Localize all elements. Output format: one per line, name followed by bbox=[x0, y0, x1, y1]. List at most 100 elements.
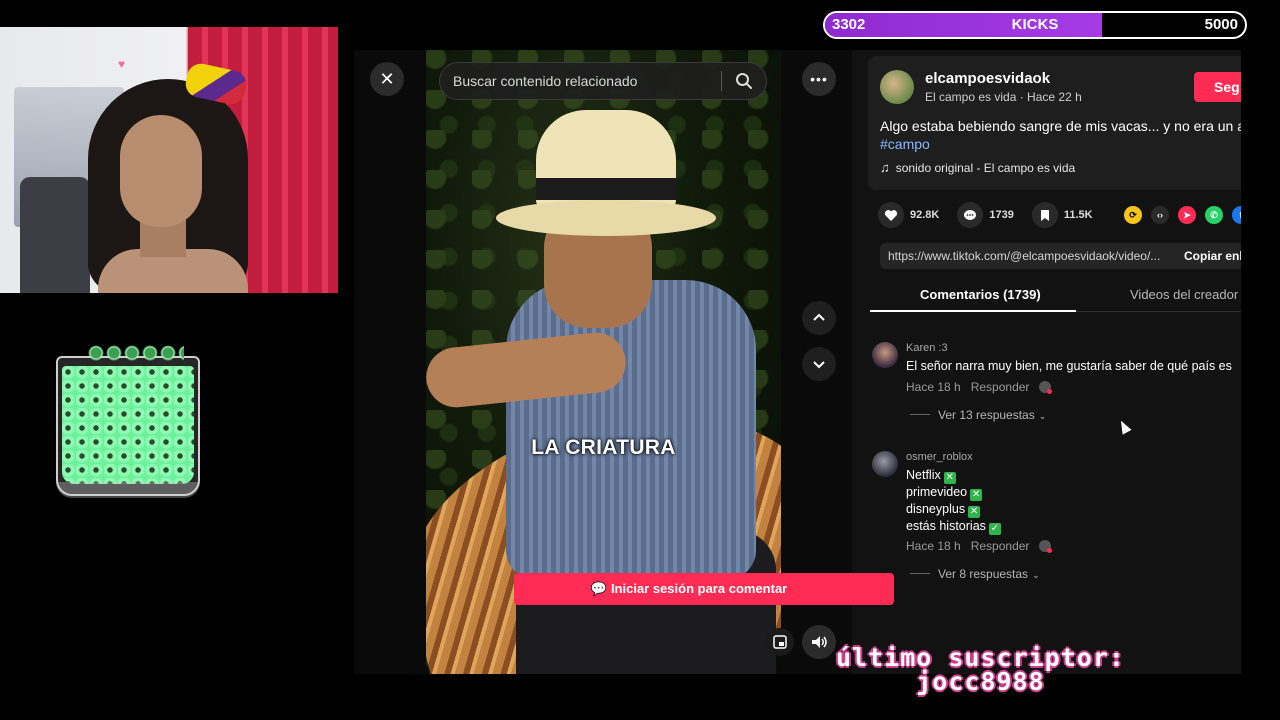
jar-base bbox=[56, 482, 200, 498]
heart-icon bbox=[878, 202, 904, 228]
kicks-label: KICKS bbox=[1011, 16, 1059, 33]
webcam-streamer-face bbox=[120, 115, 202, 227]
video-man-shirt bbox=[506, 280, 756, 580]
comment-icon bbox=[957, 202, 984, 228]
post-stats: 92.8K 1739 11.5K bbox=[878, 202, 1111, 228]
repost-icon[interactable]: ⟳ bbox=[1124, 206, 1142, 224]
search-input[interactable]: Buscar contenido relacionado bbox=[453, 63, 637, 99]
close-button[interactable]: ✕ bbox=[370, 62, 404, 96]
comment-line: primevideo bbox=[906, 485, 968, 499]
checkbox-emoji-icon: ✕ bbox=[968, 506, 981, 518]
checkbox-emoji-icon: ✕ bbox=[970, 489, 983, 501]
view-replies-button[interactable]: Ver 8 respuestas ⌄ bbox=[910, 567, 1040, 581]
login-to-comment-label: Iniciar sesión para comentar bbox=[610, 581, 788, 596]
comment-stat[interactable]: 1739 bbox=[957, 202, 1014, 228]
like-count: 92.8K bbox=[910, 209, 940, 221]
comment-bubble-icon: 💬 bbox=[590, 581, 607, 596]
close-icon: ✕ bbox=[379, 68, 395, 89]
sound-name: sonido original - El campo es vida bbox=[895, 161, 1076, 175]
jar-kicks-fill bbox=[62, 366, 194, 484]
webcam-chair bbox=[20, 177, 90, 293]
previous-video-button[interactable] bbox=[802, 301, 836, 335]
tab-comments[interactable]: Comentarios (1739) bbox=[920, 287, 1041, 302]
kicks-jar bbox=[56, 356, 200, 496]
jar-kicks-top bbox=[88, 344, 184, 366]
volume-icon bbox=[812, 636, 827, 648]
heart-icon: ♥ bbox=[118, 57, 126, 71]
kicks-goal-bar: 3302 KICKS 5000 bbox=[823, 11, 1247, 39]
webcam-overlay: ♥ bbox=[0, 27, 338, 293]
login-to-comment-button[interactable]: 💬 Iniciar sesión para comentar bbox=[514, 573, 894, 605]
save-stat[interactable]: 11.5K bbox=[1031, 202, 1093, 228]
video-man-hat-band bbox=[536, 178, 676, 200]
embed-icon[interactable]: ‹› bbox=[1151, 206, 1169, 224]
kicks-goal: 5000 bbox=[1204, 16, 1238, 33]
share-options: ⟳ ‹› ➤ ✆ f bbox=[1124, 206, 1241, 224]
commenter-avatar[interactable] bbox=[872, 342, 898, 368]
chevron-down-icon: ⌄ bbox=[1038, 411, 1047, 421]
post-description: Algo estaba bebiendo sangre de mis vacas… bbox=[880, 118, 1241, 134]
send-icon[interactable]: ➤ bbox=[1178, 206, 1196, 224]
search-icon[interactable] bbox=[734, 71, 754, 91]
view-replies-label: Ver 8 respuestas bbox=[938, 567, 1029, 581]
chevron-down-icon bbox=[813, 361, 825, 369]
comment-count: 1739 bbox=[989, 209, 1014, 221]
like-stat[interactable]: 92.8K bbox=[878, 202, 939, 228]
replies-dash bbox=[910, 414, 930, 415]
view-replies-label: Ver 13 respuestas bbox=[938, 408, 1035, 422]
picture-in-picture-icon bbox=[773, 635, 787, 649]
search-bar[interactable]: Buscar contenido relacionado bbox=[439, 62, 767, 100]
volume-button[interactable] bbox=[802, 625, 836, 659]
view-replies-button[interactable]: Ver 13 respuestas ⌄ bbox=[910, 408, 1046, 422]
side-panel: elcampoesvidaok El campo es vida · Hace … bbox=[852, 50, 1241, 674]
checkbox-emoji-icon: ✕ bbox=[943, 472, 956, 484]
chevron-down-icon: ⌄ bbox=[1032, 570, 1040, 580]
post-link-box[interactable]: https://www.tiktok.com/@elcampoesvidaok/… bbox=[880, 243, 1241, 269]
author-avatar[interactable] bbox=[880, 70, 914, 104]
more-options-button[interactable]: ••• bbox=[802, 62, 836, 96]
author-subline: El campo es vida · Hace 22 h bbox=[925, 90, 1082, 104]
comment-time: Hace 18 h bbox=[906, 380, 961, 394]
next-video-button[interactable] bbox=[802, 347, 836, 381]
comment-text: Netflix ✕ primevideo ✕ disneyplus ✕ estás h… bbox=[906, 467, 1001, 535]
like-comment-icon[interactable] bbox=[1039, 381, 1053, 394]
post-link[interactable]: https://www.tiktok.com/@elcampoesvidaok/… bbox=[888, 243, 1160, 269]
commenter-name[interactable]: osmer_roblox bbox=[906, 451, 973, 463]
like-comment-icon[interactable] bbox=[1039, 540, 1053, 553]
comment-line: estás historias bbox=[906, 519, 986, 533]
panel-tabs: Comentarios (1739) Videos del creador bbox=[870, 282, 1241, 312]
video-man-hat-brim bbox=[496, 200, 716, 236]
post-info-card: elcampoesvidaok El campo es vida · Hace … bbox=[868, 56, 1241, 190]
tab-creator-videos[interactable]: Videos del creador bbox=[1130, 287, 1238, 302]
reply-button[interactable]: Responder bbox=[971, 380, 1030, 394]
whatsapp-icon[interactable]: ✆ bbox=[1205, 206, 1223, 224]
tab-active-indicator bbox=[870, 310, 1076, 312]
comment-line: Netflix bbox=[906, 468, 941, 482]
commenter-avatar[interactable] bbox=[872, 451, 898, 477]
video-caption: LA CRIATURA bbox=[531, 436, 676, 459]
facebook-icon[interactable]: f bbox=[1232, 206, 1241, 224]
save-count: 11.5K bbox=[1063, 209, 1093, 221]
comment-item: osmer_roblox Netflix ✕ primevideo ✕ disney… bbox=[872, 451, 1232, 591]
comment-item: Karen :3 El señor narra muy bien, me gus… bbox=[872, 342, 1232, 432]
last-subscriber-overlay: último suscriptor: jocc8988 bbox=[836, 645, 1125, 696]
comment-meta: Hace 18 h Responder bbox=[906, 380, 1053, 394]
post-hashtag[interactable]: #campo bbox=[880, 136, 930, 152]
comment-line: disneyplus bbox=[906, 502, 966, 516]
comment-text: El señor narra muy bien, me gustaría sab… bbox=[906, 359, 1232, 373]
follow-button[interactable]: Seg bbox=[1194, 72, 1241, 102]
author-name[interactable]: elcampoesvidaok bbox=[925, 70, 1050, 87]
ellipsis-icon: ••• bbox=[810, 71, 828, 87]
last-subscriber-name: jocc8988 bbox=[916, 667, 1045, 696]
chevron-up-icon bbox=[813, 313, 825, 321]
post-sound[interactable]: ♫ sonido original - El campo es vida bbox=[880, 160, 1075, 175]
comment-meta: Hace 18 h Responder bbox=[906, 539, 1053, 553]
bookmark-icon bbox=[1031, 202, 1058, 228]
commenter-name[interactable]: Karen :3 bbox=[906, 342, 948, 354]
replies-dash bbox=[910, 573, 930, 574]
reply-button[interactable]: Responder bbox=[971, 539, 1030, 553]
search-divider bbox=[721, 71, 722, 91]
copy-link-button[interactable]: Copiar enl bbox=[1184, 243, 1241, 269]
pip-button[interactable] bbox=[766, 628, 794, 656]
check-mark-emoji-icon: ✓ bbox=[988, 523, 1001, 535]
